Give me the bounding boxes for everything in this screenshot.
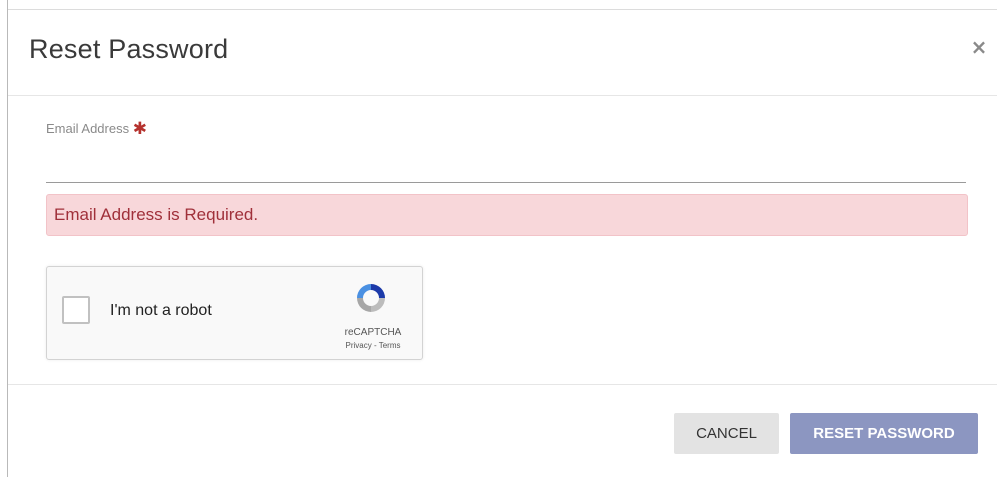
link-separator: - xyxy=(371,341,379,350)
recaptcha-widget: I'm not a robot reCAPTCHA Privacy - Term… xyxy=(46,266,423,360)
modal-header: Reset Password × xyxy=(8,10,997,96)
reset-password-modal: Reset Password × Email Address ✱ Email A… xyxy=(8,9,997,478)
close-button[interactable]: × xyxy=(966,34,992,60)
privacy-link[interactable]: Privacy xyxy=(346,341,372,350)
reset-password-button[interactable]: RESET PASSWORD xyxy=(790,413,978,454)
modal-title: Reset Password xyxy=(29,34,229,64)
recaptcha-links: Privacy - Terms xyxy=(337,341,409,350)
recaptcha-label: I'm not a robot xyxy=(110,302,212,319)
cancel-button[interactable]: CANCEL xyxy=(674,413,779,454)
recaptcha-brand: reCAPTCHA xyxy=(344,327,402,338)
recaptcha-checkbox[interactable] xyxy=(62,296,90,324)
recaptcha-logo-icon xyxy=(357,284,385,312)
terms-link[interactable]: Terms xyxy=(379,341,401,350)
close-icon: × xyxy=(970,35,988,59)
required-asterisk-icon: ✱ xyxy=(132,119,147,139)
email-label: Email Address ✱ xyxy=(46,118,147,139)
modal-footer: CANCEL RESET PASSWORD xyxy=(8,384,997,479)
email-input[interactable] xyxy=(46,152,966,183)
error-alert: Email Address is Required. xyxy=(46,194,968,236)
email-label-text: Email Address xyxy=(46,121,130,136)
